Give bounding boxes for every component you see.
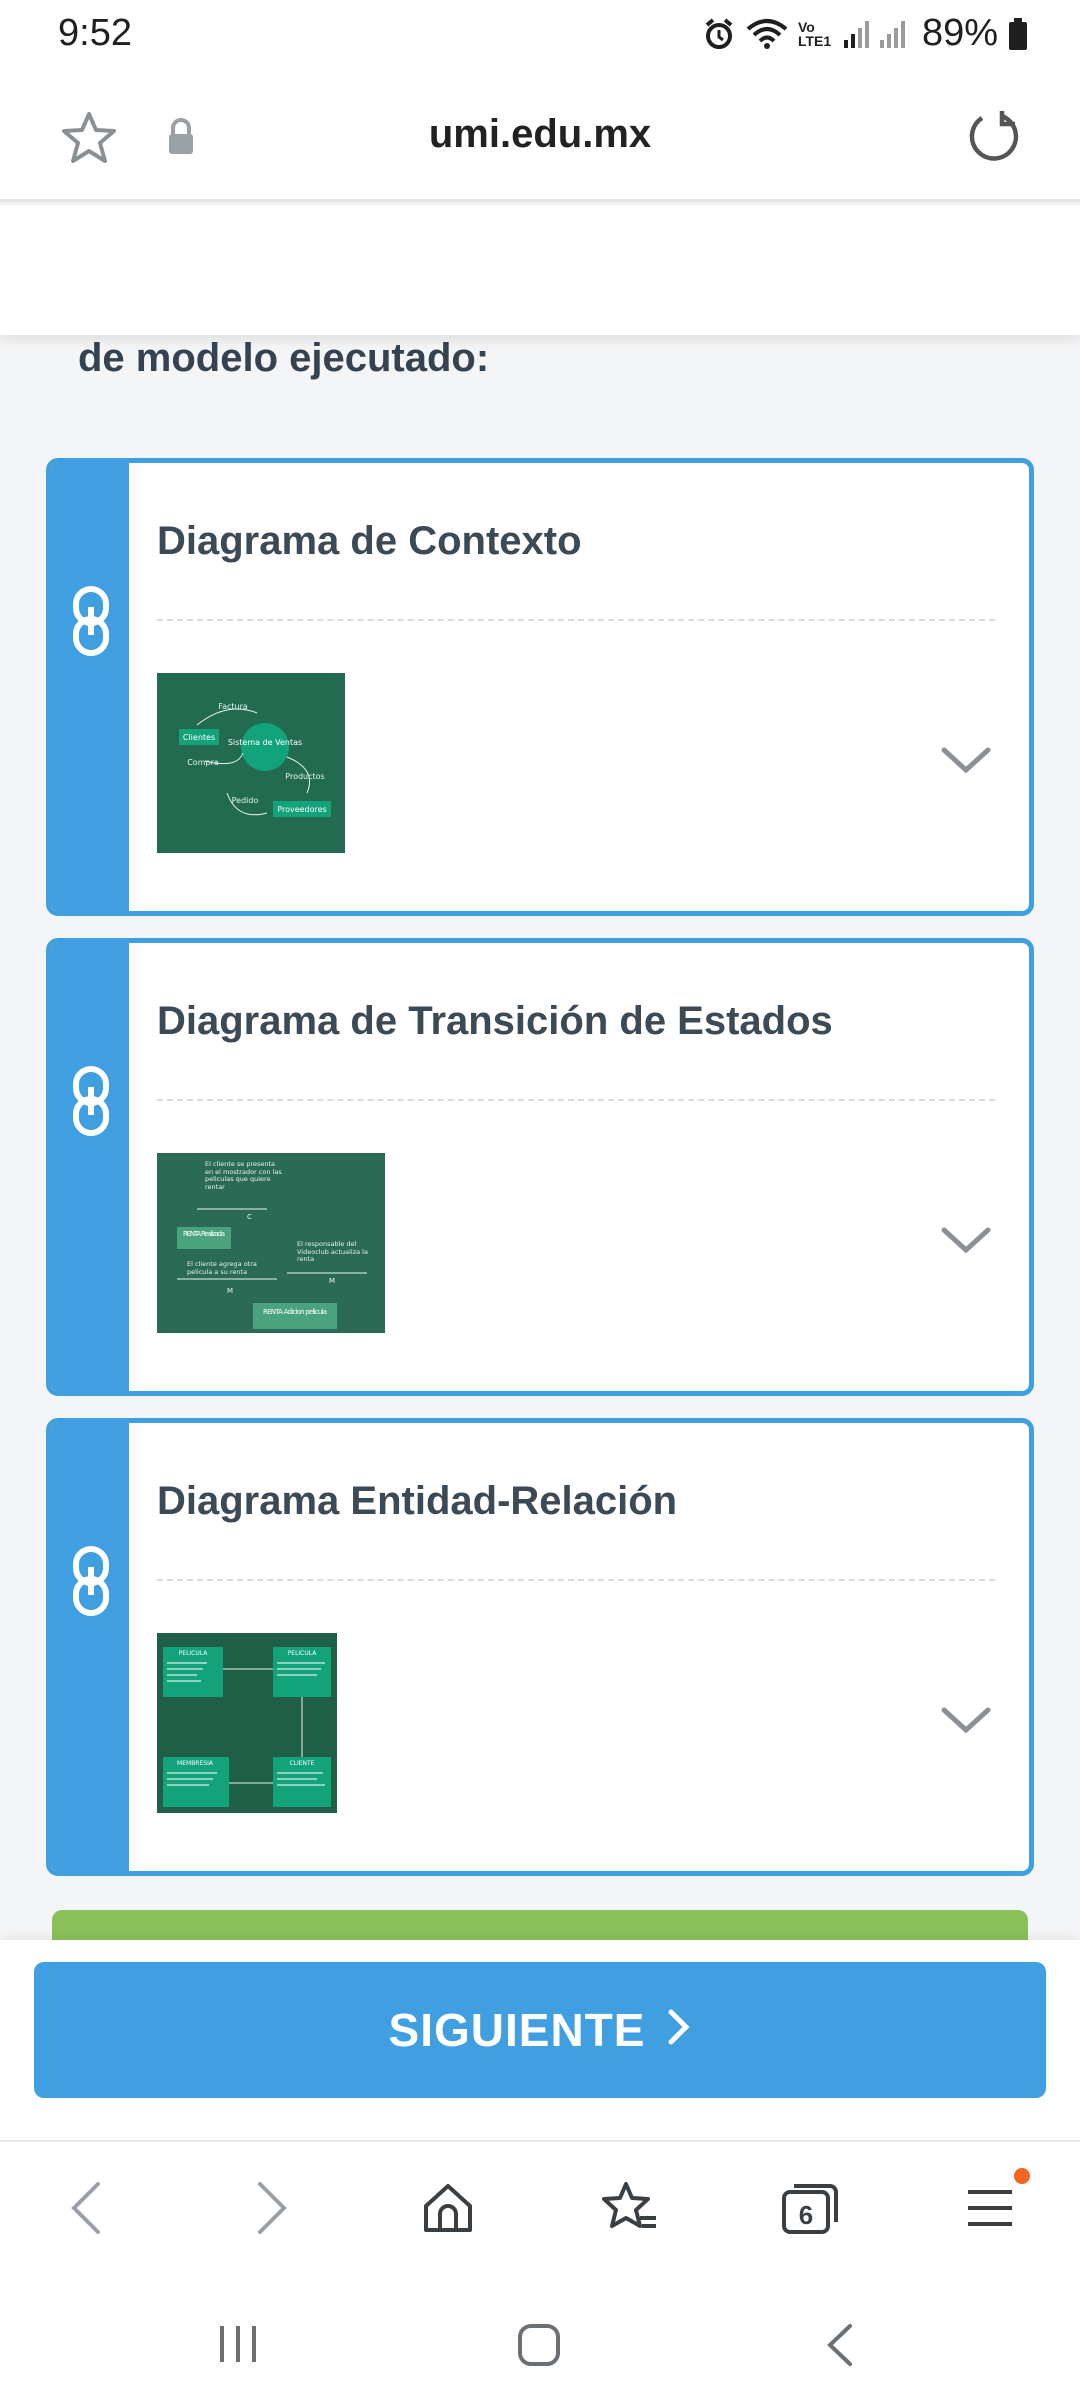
chevron-right-icon xyxy=(667,2003,691,2057)
thumb-label: Clientes xyxy=(183,733,215,742)
home-button-icon[interactable] xyxy=(516,2322,562,2373)
thumb-label: RENTA Adicion pelicula xyxy=(263,1308,327,1316)
page-header-strip xyxy=(0,205,1080,335)
alarm-icon xyxy=(702,17,736,51)
battery-percent: 89% xyxy=(921,12,998,54)
context-diagram-thumbnail[interactable]: Sistema de Ventas Clientes Factura Compr… xyxy=(157,673,345,853)
er-diagram-thumbnail[interactable]: PELICULA PELICULA MEMBRESIA CLIENTE xyxy=(157,1633,337,1813)
section-heading: de modelo ejecutado: xyxy=(78,336,490,380)
thumb-label: CLIENTE xyxy=(289,1760,314,1767)
bookmarks-icon[interactable] xyxy=(600,2180,660,2241)
chevron-down-icon[interactable] xyxy=(941,1225,991,1260)
address-bar: umi.edu.mx xyxy=(0,70,1080,202)
thumb-label: Pedido xyxy=(232,796,259,805)
status-time: 9:52 xyxy=(58,12,132,54)
divider xyxy=(157,1579,995,1581)
card-diagrama-entidad-relacion[interactable]: Diagrama Entidad-Relación PELICULA PELIC… xyxy=(46,1418,1034,1876)
url-text[interactable]: umi.edu.mx xyxy=(0,112,1080,157)
battery-icon xyxy=(1008,17,1028,50)
card-diagrama-contexto[interactable]: Diagrama de Contexto Sistema de Ventas C… xyxy=(46,458,1034,916)
system-navigation xyxy=(0,2270,1080,2408)
chevron-down-icon[interactable] xyxy=(941,1705,991,1740)
system-back-icon[interactable] xyxy=(824,2322,856,2373)
menu-icon[interactable] xyxy=(966,2180,1014,2241)
card-title: Diagrama de Contexto xyxy=(157,519,582,563)
divider xyxy=(157,619,995,621)
thumb-label: Sistema de Ventas xyxy=(228,738,302,747)
browser-toolbar: 6 xyxy=(0,2140,1080,2270)
home-icon[interactable] xyxy=(420,2180,476,2241)
card-diagrama-transicion-estados[interactable]: Diagrama de Transición de Estados El cli… xyxy=(46,938,1034,1396)
status-bar: 9:52 Vo LTE1 89% xyxy=(0,0,1080,70)
network-label: Vo LTE1 xyxy=(797,18,832,49)
status-icons: Vo LTE1 89% xyxy=(702,12,1028,55)
thumb-label: PELICULA xyxy=(179,1650,209,1657)
thumb-label: Proveedores xyxy=(277,805,326,814)
thumb-label: Productos xyxy=(285,772,324,781)
notification-dot xyxy=(1014,2168,1030,2184)
siguiente-button[interactable]: SIGUIENTE xyxy=(34,1962,1046,2098)
wifi-icon xyxy=(746,17,788,51)
thumb-label: MEMBRESIA xyxy=(177,1760,214,1767)
back-icon[interactable] xyxy=(68,2180,104,2241)
thumb-label: M xyxy=(227,1287,233,1295)
card-rail xyxy=(51,1423,129,1871)
signal-icon xyxy=(842,18,912,50)
tab-count: 6 xyxy=(799,2200,813,2230)
thumb-label: RENTA Realizada xyxy=(183,1230,225,1238)
tabs-icon[interactable]: 6 xyxy=(780,2180,840,2241)
thumb-label: C xyxy=(247,1213,252,1221)
thumb-label: PELICULA xyxy=(288,1650,318,1657)
forward-icon[interactable] xyxy=(254,2180,290,2241)
link-icon xyxy=(71,1065,111,1142)
recent-apps-icon[interactable] xyxy=(216,2322,260,2371)
divider xyxy=(157,1099,995,1101)
link-icon xyxy=(71,585,111,662)
card-title: Diagrama Entidad-Relación xyxy=(157,1479,678,1523)
thumb-label: M xyxy=(329,1277,335,1285)
reload-icon[interactable] xyxy=(966,108,1022,169)
link-icon xyxy=(71,1545,111,1622)
thumb-label: El cliente se presenta en el mostrador c… xyxy=(205,1161,282,1191)
state-diagram-thumbnail[interactable]: El cliente se presenta en el mostrador c… xyxy=(157,1153,385,1333)
action-panel: SIGUIENTE xyxy=(0,1940,1080,2140)
thumb-label: El responsable del Videoclub actualiza l… xyxy=(297,1241,368,1263)
card-rail xyxy=(51,463,129,911)
card-title: Diagrama de Transición de Estados xyxy=(157,999,833,1043)
siguiente-label: SIGUIENTE xyxy=(388,2004,646,2056)
card-rail xyxy=(51,943,129,1391)
chevron-down-icon[interactable] xyxy=(941,745,991,780)
thumb-label: El cliente agrega otra pelicula a su ren… xyxy=(187,1261,257,1276)
